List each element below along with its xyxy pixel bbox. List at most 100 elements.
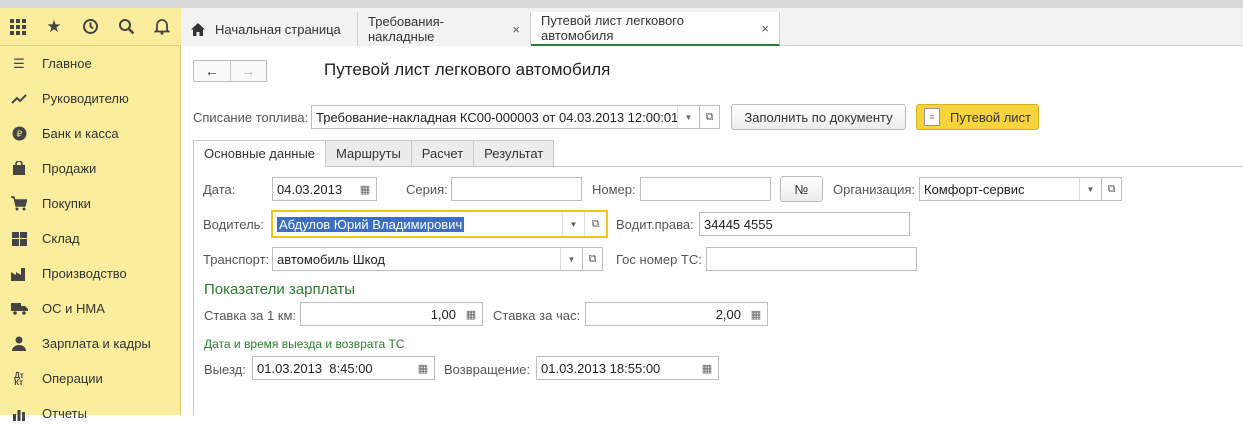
tab-divider (326, 166, 1243, 167)
tab-home[interactable]: Начальная страница (181, 12, 358, 46)
tab-result[interactable]: Результат (474, 140, 555, 167)
per-hour-field[interactable]: 2,00 ▦ (585, 302, 768, 326)
per-km-field[interactable]: 1,00 ▦ (300, 302, 483, 326)
person-icon (10, 335, 28, 353)
sidebar-item-label: Склад (42, 231, 80, 246)
sidebar-item-manager[interactable]: Руководителю (0, 81, 180, 116)
license-field[interactable]: 34445 4555 (699, 212, 910, 236)
plate-field[interactable] (706, 247, 917, 271)
open-icon[interactable]: ⧉ (1102, 177, 1122, 201)
star-icon[interactable]: ★ (36, 8, 72, 46)
calendar-icon[interactable]: ▦ (354, 178, 376, 200)
tab-routes[interactable]: Маршруты (326, 140, 412, 167)
cart-icon (10, 195, 28, 213)
fill-from-document-button[interactable]: Заполнить по документу (731, 104, 906, 130)
fuel-document-field[interactable]: Требование-накладная КС00-000003 от 04.0… (311, 105, 700, 129)
apps-grid-icon[interactable] (0, 8, 36, 46)
license-label: Водит.права: (616, 217, 694, 232)
depart-value: 01.03.2013 8:45:00 (257, 360, 373, 376)
chevron-down-icon[interactable]: ▼ (1079, 178, 1101, 200)
sidebar-item-purchases[interactable]: Покупки (0, 186, 180, 221)
plate-label: Гос номер ТС: (616, 252, 702, 267)
bell-icon[interactable] (144, 8, 180, 46)
number-button[interactable]: № (780, 176, 823, 202)
tab-waybill[interactable]: Путевой лист легкового автомобиля × (531, 12, 780, 46)
back-button[interactable]: ← (194, 61, 230, 81)
tab-label: Начальная страница (215, 21, 341, 37)
form-tabs: Основные данные Маршруты Расчет Результа… (193, 140, 555, 167)
calculator-icon[interactable]: ▦ (460, 303, 482, 325)
calendar-icon[interactable]: ▦ (696, 357, 718, 379)
organization-label: Организация: (833, 182, 916, 197)
sidebar-item-assets[interactable]: ОС и НМА (0, 291, 180, 326)
transport-label: Транспорт: (203, 252, 270, 267)
trend-up-icon (10, 90, 28, 108)
sidebar-item-label: Покупки (42, 196, 91, 211)
tab-label: Путевой лист легкового автомобиля (541, 13, 684, 43)
per-hour-value: 2,00 (715, 306, 741, 322)
document-form: ← → Путевой лист легкового автомобиля Сп… (181, 46, 1243, 415)
open-icon[interactable]: ⧉ (584, 212, 606, 236)
chevron-down-icon[interactable]: ▼ (562, 212, 584, 236)
driver-value: Абдулов Юрий Владимирович (277, 216, 465, 232)
per-km-value: 1,00 (430, 306, 456, 322)
close-icon[interactable]: × (512, 22, 520, 37)
sidebar-item-salary[interactable]: Зарплата и кадры (0, 326, 180, 361)
close-icon[interactable]: × (761, 21, 769, 36)
tab-requisitions[interactable]: Требования-накладные × (358, 12, 531, 46)
main-toolbar: ★ (0, 8, 181, 46)
sidebar-item-label: Производство (42, 266, 127, 281)
chevron-down-icon[interactable]: ▼ (560, 248, 582, 270)
driver-label: Водитель: (203, 217, 265, 232)
transport-value: автомобиль Шкод (277, 251, 386, 267)
home-icon (191, 22, 205, 36)
tab-label: Требования-накладные (368, 14, 445, 44)
tab-calculation[interactable]: Расчет (411, 140, 475, 167)
sidebar-item-reports[interactable]: Отчеты (0, 396, 180, 431)
fuel-document-value: Требование-накладная КС00-000003 от 04.0… (316, 109, 679, 125)
sidebar-item-sales[interactable]: Продажи (0, 151, 180, 186)
calendar-icon[interactable]: ▦ (412, 357, 434, 379)
open-icon[interactable]: ⧉ (583, 247, 603, 271)
return-label: Возвращение: (444, 362, 531, 377)
date-label: Дата: (203, 182, 236, 197)
organization-value: Комфорт-сервис (924, 181, 1025, 197)
sidebar-item-bank[interactable]: ₽ Банк и касса (0, 116, 180, 151)
search-icon[interactable] (108, 8, 144, 46)
waybill-print-button[interactable]: ≡ Путевой лист (916, 104, 1039, 130)
sidebar-item-operations[interactable]: Дт Кт Операции (0, 361, 180, 396)
document-icon: ≡ (923, 108, 940, 126)
transport-field[interactable]: автомобиль Шкод ▼ (272, 247, 583, 271)
sidebar-item-label: Банк и касса (42, 126, 119, 141)
date-value: 04.03.2013 (277, 181, 343, 197)
sidebar-item-label: Операции (42, 371, 103, 386)
tab-border (193, 166, 194, 415)
sidebar: ☰ Главное Руководителю ₽ Банк и касса Пр… (0, 46, 181, 421)
sidebar-item-label: Главное (42, 56, 92, 71)
debit-credit-icon: Дт Кт (14, 370, 24, 387)
open-icon[interactable]: ⧉ (700, 105, 720, 129)
sidebar-item-main[interactable]: ☰ Главное (0, 46, 180, 81)
number-label: Номер: (592, 182, 636, 197)
date-field[interactable]: 04.03.2013 ▦ (272, 177, 377, 201)
number-field[interactable] (640, 177, 771, 201)
factory-icon (10, 265, 28, 283)
return-field[interactable]: 01.03.2013 18:55:00 ▦ (536, 356, 719, 380)
series-field[interactable] (451, 177, 582, 201)
series-label: Серия: (406, 182, 448, 197)
salary-heading: Показатели зарплаты (204, 281, 356, 298)
depart-label: Выезд: (204, 362, 246, 377)
sidebar-item-label: Отчеты (42, 406, 87, 421)
history-icon[interactable] (72, 8, 108, 46)
sidebar-item-production[interactable]: Производство (0, 256, 180, 291)
menu-lines-icon: ☰ (13, 55, 25, 71)
driver-field[interactable]: Абдулов Юрий Владимирович ▼ ⧉ (271, 210, 608, 238)
tab-main-data[interactable]: Основные данные (193, 140, 327, 167)
return-value: 01.03.2013 18:55:00 (541, 360, 661, 376)
chevron-down-icon[interactable]: ▼ (677, 106, 699, 128)
sidebar-item-warehouse[interactable]: Склад (0, 221, 180, 256)
depart-field[interactable]: 01.03.2013 8:45:00 ▦ (252, 356, 435, 380)
organization-field[interactable]: Комфорт-сервис ▼ (919, 177, 1102, 201)
forward-button[interactable]: → (229, 61, 267, 81)
calculator-icon[interactable]: ▦ (745, 303, 767, 325)
